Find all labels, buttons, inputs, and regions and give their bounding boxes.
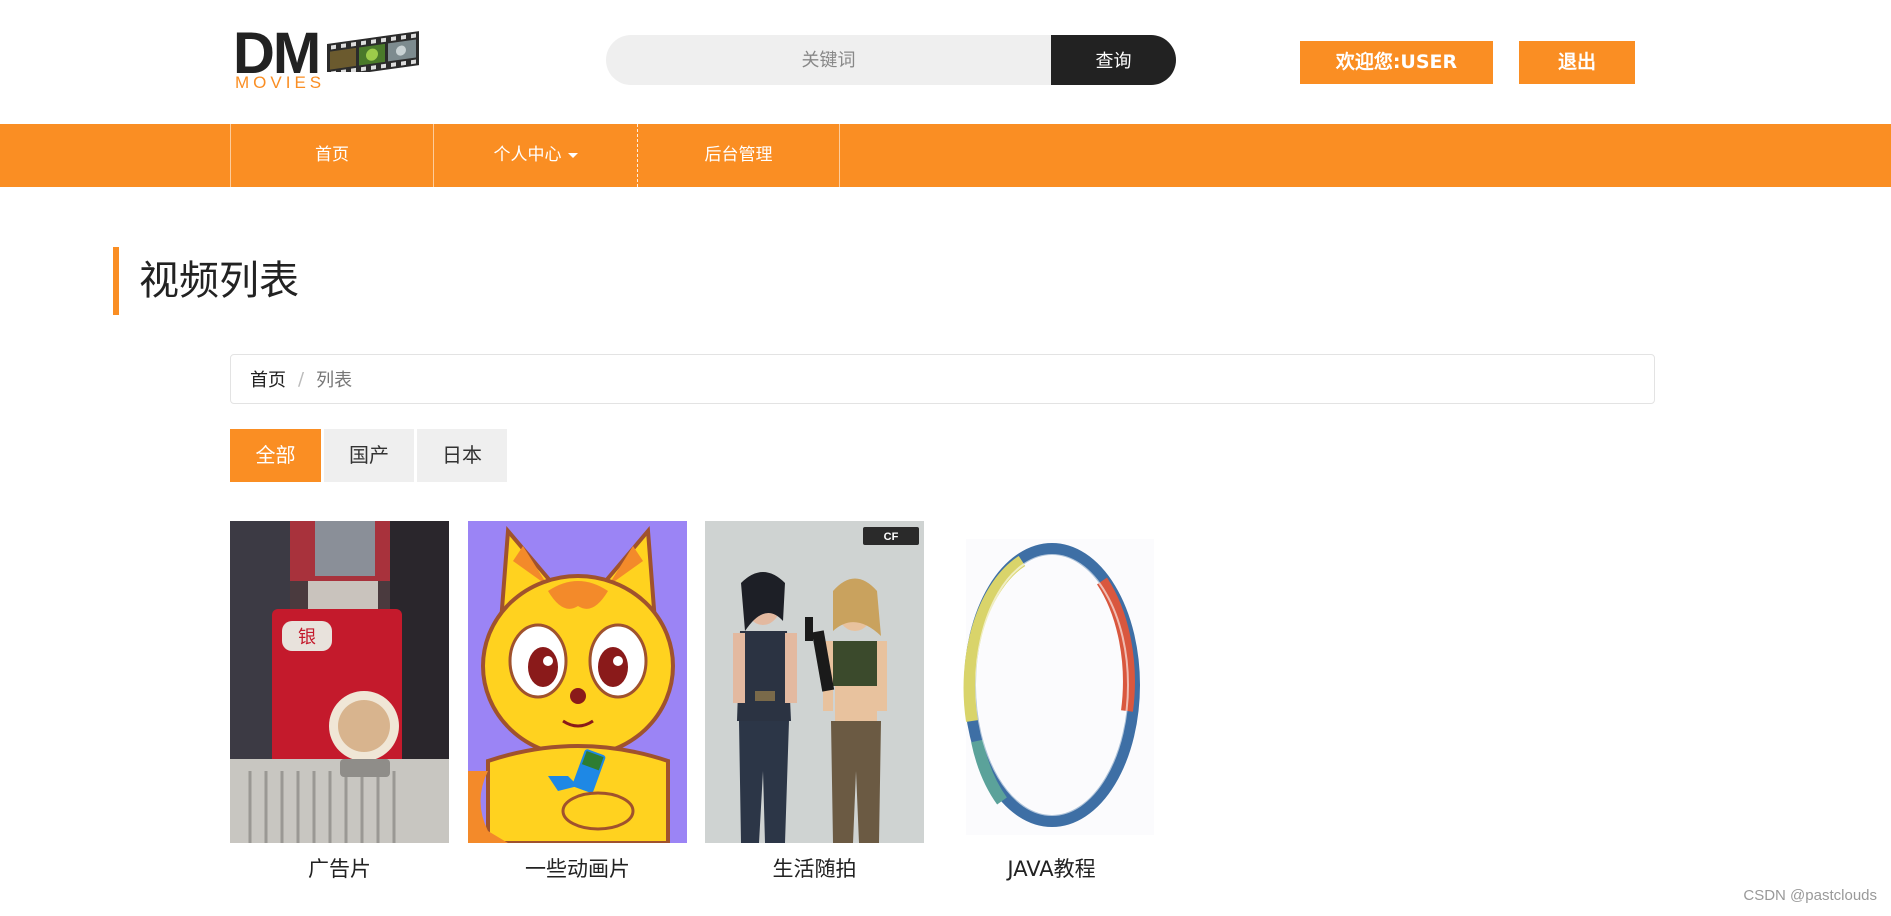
video-thumbnail[interactable] bbox=[468, 521, 687, 843]
search-button[interactable]: 查询 bbox=[1051, 35, 1176, 85]
page-title-block: 视频列表 bbox=[113, 247, 299, 315]
breadcrumb-current: 列表 bbox=[316, 370, 353, 391]
svg-text:CF: CF bbox=[884, 531, 899, 543]
breadcrumb-separator: / bbox=[298, 368, 305, 390]
film-strip-icon bbox=[327, 31, 419, 72]
site-header: DM MOVIES 关键词 查询 欢迎您:USER 退出 bbox=[0, 0, 1891, 124]
video-title[interactable]: 一些动画片 bbox=[468, 853, 687, 883]
video-thumbnail[interactable] bbox=[942, 521, 1161, 843]
logo-subtitle: MOVIES bbox=[235, 73, 326, 92]
breadcrumb: 首页 / 列表 bbox=[230, 354, 1655, 404]
nav-items: 首页 个人中心 后台管理 bbox=[230, 124, 840, 187]
tab-japan[interactable]: 日本 bbox=[417, 429, 507, 482]
search-bar: 查询 bbox=[606, 35, 1176, 85]
nav-item-label: 首页 bbox=[315, 145, 349, 165]
video-thumbnail[interactable]: 银 bbox=[230, 521, 449, 843]
category-tabs: 全部 国产 日本 bbox=[230, 429, 510, 482]
tab-domestic[interactable]: 国产 bbox=[324, 429, 414, 482]
video-card[interactable]: JAVA教程 bbox=[942, 521, 1161, 881]
video-thumbnail[interactable]: CF bbox=[705, 521, 924, 843]
tab-all[interactable]: 全部 bbox=[230, 429, 321, 482]
welcome-user-button[interactable]: 欢迎您:USER bbox=[1300, 41, 1493, 84]
nav-item-personal-center[interactable]: 个人中心 bbox=[434, 124, 638, 187]
video-title[interactable]: JAVA教程 bbox=[942, 853, 1161, 883]
video-card[interactable]: 银 广告片 bbox=[230, 521, 449, 881]
nav-item-home[interactable]: 首页 bbox=[231, 124, 434, 187]
watermark: CSDN @pastclouds bbox=[1743, 887, 1877, 904]
nav-item-label: 个人中心 bbox=[493, 145, 562, 165]
breadcrumb-home-link[interactable]: 首页 bbox=[250, 366, 286, 392]
caret-down-icon bbox=[567, 152, 578, 158]
main-nav: 首页 个人中心 后台管理 bbox=[0, 124, 1891, 187]
video-title[interactable]: 广告片 bbox=[230, 853, 449, 883]
page-title: 视频列表 bbox=[139, 258, 299, 304]
video-card[interactable]: CF 生活随拍 bbox=[705, 521, 924, 881]
video-title[interactable]: 生活随拍 bbox=[705, 853, 924, 883]
site-logo[interactable]: DM MOVIES bbox=[233, 25, 423, 95]
logout-button[interactable]: 退出 bbox=[1519, 41, 1635, 84]
svg-text:银: 银 bbox=[298, 627, 316, 648]
video-card[interactable]: 一些动画片 bbox=[468, 521, 687, 881]
nav-item-label: 后台管理 bbox=[704, 145, 773, 165]
search-input[interactable] bbox=[606, 35, 1051, 85]
nav-item-admin[interactable]: 后台管理 bbox=[638, 124, 840, 187]
